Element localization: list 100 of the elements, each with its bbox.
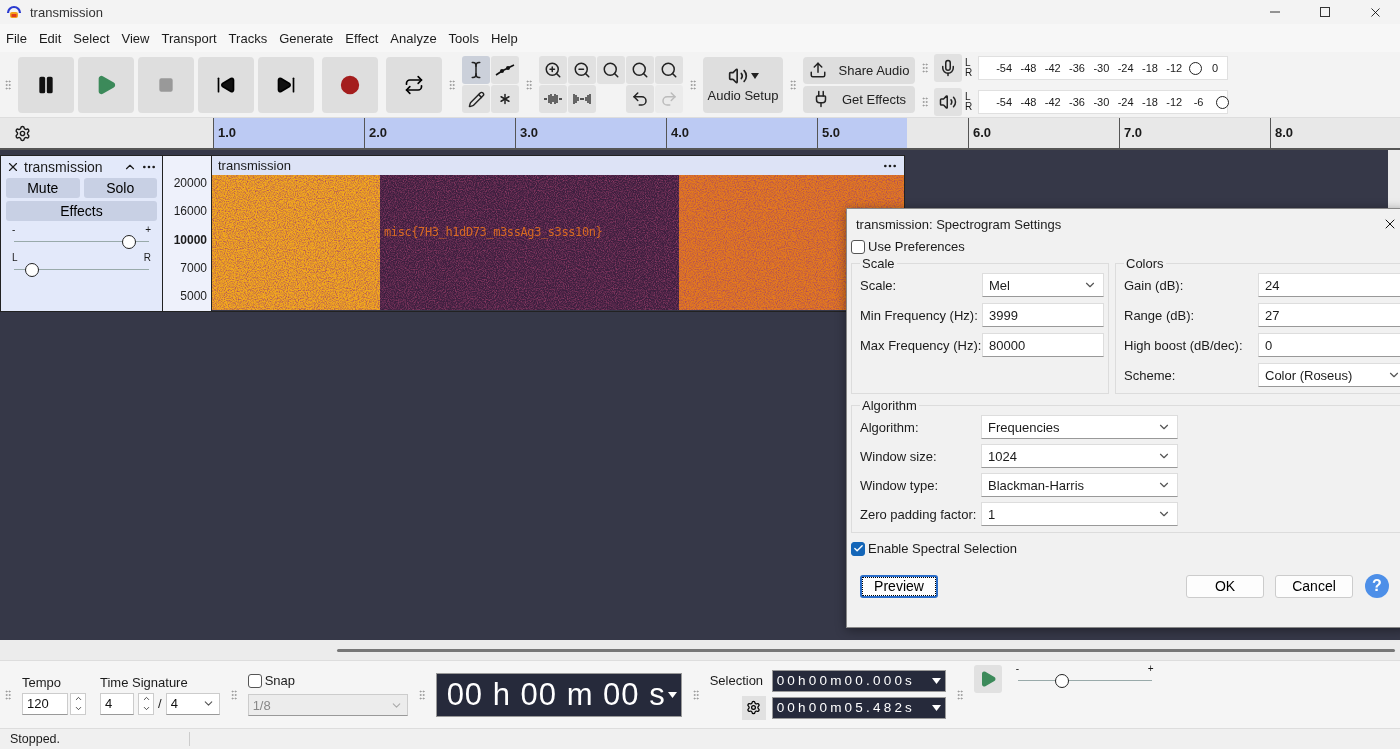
dropdown[interactable]: Color (Roseus)	[1258, 363, 1400, 387]
input-field[interactable]: 0	[1258, 333, 1400, 357]
tempo-input[interactable]: 120	[22, 692, 68, 715]
grip-handle[interactable]	[919, 95, 931, 108]
grip-handle[interactable]	[2, 78, 14, 91]
spectral-selection-checkbox[interactable]: Enable Spectral Selection	[851, 541, 1400, 556]
tool-button[interactable]	[491, 85, 519, 113]
preview-button[interactable]: Preview	[860, 574, 938, 598]
zoom-in-icon	[544, 61, 562, 79]
slider-thumb[interactable]	[121, 235, 136, 249]
playback-meter-button[interactable]	[934, 87, 962, 116]
chevron-down-icon	[73, 704, 83, 713]
grip-handle[interactable]	[919, 61, 931, 74]
slider-thumb[interactable]	[24, 263, 39, 277]
get-effects-button[interactable]: Get Effects	[803, 85, 915, 113]
toolbar-button[interactable]	[626, 56, 654, 84]
grip-handle[interactable]	[687, 78, 699, 91]
menu-item[interactable]: Help	[484, 30, 524, 46]
menu-item[interactable]: Analyze	[384, 30, 443, 46]
dialog-title: transmission: Spectrogram Settings	[856, 216, 1062, 232]
beats-input[interactable]: 4	[100, 692, 134, 715]
record-meter-button[interactable]	[934, 53, 962, 82]
field-label: High boost (dB/dec):	[1124, 337, 1244, 353]
share-audio-button[interactable]: Share Audio	[803, 56, 915, 84]
toolbar-button[interactable]	[655, 56, 683, 84]
input-field[interactable]: 80000	[982, 333, 1104, 357]
gain-slider[interactable]	[14, 235, 149, 249]
cancel-button[interactable]: Cancel	[1275, 574, 1353, 598]
menu-item[interactable]: Select	[67, 30, 116, 46]
menu-item[interactable]: Effect	[339, 30, 385, 46]
meter-tick-label: -30	[1092, 95, 1111, 108]
mute-button[interactable]: Mute	[6, 178, 80, 198]
toolbar-button[interactable]	[597, 56, 625, 84]
selection-end-field[interactable]: 00h00m05.482s	[771, 696, 946, 719]
use-preferences-checkbox[interactable]: Use Preferences	[851, 239, 1400, 254]
audio-setup-button[interactable]: Audio Setup	[703, 56, 783, 113]
ruler-label: 3.0	[515, 118, 666, 148]
beat-unit-dropdown[interactable]: 4	[165, 692, 220, 715]
field-label: Scale:	[860, 277, 898, 293]
meter-tick-label: -24	[1116, 61, 1135, 74]
input-field[interactable]: 27	[1258, 303, 1400, 327]
field-label: Gain (dB):	[1124, 277, 1185, 293]
loop-icon	[404, 74, 424, 95]
speed-slider[interactable]	[1017, 674, 1152, 688]
grip-handle[interactable]	[2, 688, 14, 701]
spinner[interactable]	[138, 692, 154, 715]
settings-button[interactable]	[741, 695, 766, 720]
tool-button[interactable]	[462, 85, 490, 113]
meter-slider-thumb[interactable]	[1216, 95, 1230, 109]
tool-button[interactable]	[491, 56, 519, 84]
dropdown[interactable]: Mel	[982, 273, 1104, 297]
play-button[interactable]	[78, 56, 134, 113]
skip-start-button[interactable]	[198, 56, 254, 113]
meter-tick-label: -36	[1068, 95, 1086, 108]
input-field[interactable]: 24	[1258, 273, 1400, 297]
speaker-icon	[727, 66, 748, 86]
skip-end-button[interactable]	[258, 56, 314, 113]
spinner[interactable]	[70, 692, 86, 715]
grip-handle[interactable]	[787, 78, 799, 91]
dropdown[interactable]: 1024	[981, 444, 1178, 468]
solo-button[interactable]: Solo	[83, 178, 157, 198]
tool-button[interactable]	[462, 56, 490, 84]
menu-item[interactable]: Edit	[32, 30, 68, 46]
grip-handle[interactable]	[446, 78, 458, 91]
menu-item[interactable]: Transport	[155, 30, 223, 46]
menu-item[interactable]: Generate	[273, 30, 340, 46]
slider-mark: -	[1015, 663, 1019, 674]
loop-button[interactable]	[386, 56, 442, 113]
axis-label: 16000	[173, 204, 207, 219]
snap-checkbox[interactable]: Snap	[247, 673, 408, 688]
menu-item[interactable]: View	[115, 30, 156, 46]
effects-button[interactable]: Effects	[6, 201, 157, 221]
close-icon[interactable]	[6, 160, 20, 174]
pan-slider[interactable]	[14, 263, 149, 277]
input-field[interactable]: 3999	[982, 303, 1104, 327]
horizontal-scrollbar[interactable]	[0, 640, 1400, 660]
menu-item[interactable]: Tracks	[222, 30, 274, 46]
dropdown[interactable]: Blackman-Harris	[981, 473, 1178, 497]
toolbar-button[interactable]	[568, 56, 596, 84]
toolbar-button[interactable]	[626, 85, 654, 113]
meter-slider-thumb[interactable]	[1188, 61, 1202, 75]
settings-icon[interactable]	[14, 124, 31, 142]
selection-start-field[interactable]: 00h00m00.000s	[771, 669, 946, 692]
ok-button[interactable]: OK	[1186, 574, 1264, 598]
menu-item[interactable]: Tools	[442, 30, 485, 46]
spectrogram-text: misc{7H3_h1dD73_m3ssAg3_s3ss10n}	[384, 225, 603, 239]
channel-label: L	[965, 91, 972, 102]
pause-button[interactable]	[18, 56, 74, 113]
field-label: Window type:	[860, 477, 940, 493]
slider-thumb[interactable]	[1054, 674, 1069, 688]
toolbar-button[interactable]	[539, 56, 567, 84]
record-button[interactable]	[322, 56, 378, 113]
dropdown[interactable]: 1	[981, 502, 1178, 526]
play-at-speed-button[interactable]	[973, 665, 1002, 693]
dropdown[interactable]: Frequencies	[981, 415, 1178, 439]
time-display[interactable]: 00 h 00 m 00 s	[435, 672, 682, 717]
menu-item[interactable]: File	[0, 30, 33, 46]
stop-icon	[158, 76, 174, 93]
caret-icon	[667, 691, 677, 698]
grip-handle[interactable]	[523, 78, 535, 91]
